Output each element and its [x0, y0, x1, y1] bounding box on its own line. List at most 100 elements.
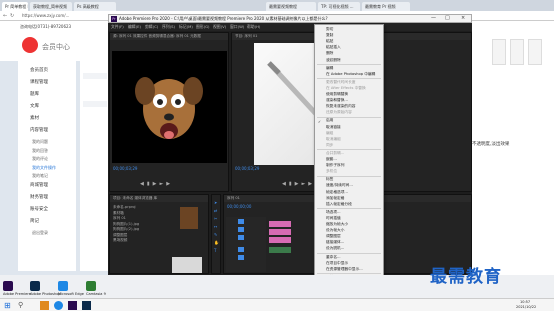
- search-icon[interactable]: ⚲: [18, 301, 23, 309]
- browser-tab[interactable]: TP: 可视化视频 ...: [318, 2, 360, 11]
- edge-desktop-icon[interactable]: [58, 281, 68, 291]
- context-menu-item[interactable]: 链接媒体...: [326, 240, 344, 245]
- maximize-icon[interactable]: □: [445, 15, 450, 21]
- edge-taskbar-icon[interactable]: [54, 301, 63, 310]
- timeline-timecode[interactable]: 00;00;00;00: [227, 204, 251, 209]
- sidebar-item[interactable]: 简记: [30, 218, 39, 224]
- context-menu-item[interactable]: 使用剪辑替换: [326, 92, 348, 97]
- project-thumbnail[interactable]: [172, 257, 202, 273]
- context-menu-item[interactable]: 粘贴插入: [326, 45, 341, 50]
- project-item[interactable]: 未命名.prproj: [113, 205, 139, 211]
- context-menu-item[interactable]: 复制: [326, 33, 333, 38]
- photoshop-desktop-icon[interactable]: [30, 281, 40, 291]
- sidebar-item[interactable]: 会员首页: [30, 67, 48, 73]
- track-toggle[interactable]: [238, 255, 244, 260]
- thumbnail[interactable]: [510, 39, 524, 65]
- context-menu-item[interactable]: 剪切: [326, 27, 333, 32]
- menu-file[interactable]: 文件(F): [111, 24, 124, 30]
- sidebar-item[interactable]: 商城管理: [30, 182, 48, 188]
- context-menu-item[interactable]: 波纹删除: [326, 58, 341, 63]
- timeline-clip[interactable]: [269, 221, 291, 227]
- timeline-clip[interactable]: [269, 229, 291, 235]
- sidebar-item[interactable]: 课程管理: [30, 79, 48, 85]
- windows-start-icon[interactable]: ⊞: [4, 301, 11, 310]
- context-menu-item[interactable]: 设为脱机...: [326, 246, 344, 251]
- context-menu-item[interactable]: 在资源管理器中显示...: [326, 267, 363, 272]
- menu-help[interactable]: 帮助(H): [247, 24, 260, 30]
- context-menu-item[interactable]: 还原为原始内容: [326, 110, 352, 115]
- sidebar-item[interactable]: 我的回答: [32, 148, 48, 154]
- context-menu-item[interactable]: 合并剪辑...: [326, 151, 344, 156]
- taskbar-time[interactable]: 10:57: [520, 300, 530, 304]
- sidebar-item[interactable]: 退出登录: [32, 230, 48, 236]
- browser-tab[interactable]: Ps 高级教程: [74, 2, 116, 11]
- sidebar-item[interactable]: 我的文件操作: [32, 165, 56, 171]
- track-toggle[interactable]: [238, 235, 244, 240]
- camtasia-desktop-icon[interactable]: [86, 281, 96, 291]
- context-menu-item[interactable]: 粘贴: [326, 39, 333, 44]
- sidebar-item[interactable]: 我的评论: [32, 156, 48, 162]
- context-menu-item[interactable]: 标签: [326, 177, 333, 182]
- project-panel-tabs[interactable]: 项目: 未命名 媒体浏览器 库: [110, 195, 208, 202]
- context-menu-item[interactable]: 制作子序列: [326, 163, 344, 168]
- context-menu-item[interactable]: 取消编组: [326, 137, 341, 142]
- context-menu-item[interactable]: 恢复未渲染的内容: [326, 104, 356, 109]
- sidebar-item[interactable]: 财务管理: [30, 194, 48, 200]
- context-menu-item[interactable]: 时间插值: [326, 216, 341, 221]
- project-thumbnail[interactable]: [180, 207, 198, 229]
- context-menu-item[interactable]: 速度/持续时间...: [326, 183, 353, 188]
- context-menu-item[interactable]: 删除: [326, 51, 333, 56]
- menu-window[interactable]: 窗口(W): [230, 24, 244, 30]
- premiere-desktop-icon[interactable]: [3, 281, 13, 291]
- context-menu-item[interactable]: 场选项...: [326, 210, 341, 215]
- sidebar-item[interactable]: 我的问题: [32, 139, 48, 145]
- context-menu-item[interactable]: 同步: [326, 143, 333, 148]
- timeline-clip[interactable]: [269, 247, 291, 253]
- sidebar-item[interactable]: 账号安全: [30, 206, 48, 212]
- back-icon[interactable]: ←: [3, 13, 7, 19]
- url-field[interactable]: https://www.zxjy.com/...: [22, 13, 102, 19]
- track-toggle[interactable]: [238, 247, 244, 252]
- menu-edit[interactable]: 编辑(E): [128, 24, 141, 30]
- context-menu-item[interactable]: 在 Adobe Photoshop 中编辑: [326, 72, 375, 77]
- browser-tab[interactable]: 最需要视频教程: [266, 2, 316, 11]
- menu-marker[interactable]: 标记(M): [179, 24, 193, 30]
- thumbnail[interactable]: [528, 39, 542, 65]
- browser-tab[interactable]: Pr 简单教程 Home Mouse下载: [2, 2, 28, 11]
- refresh-icon[interactable]: ↻: [10, 13, 14, 19]
- context-menu-item[interactable]: 编组: [326, 131, 333, 136]
- browser-tab[interactable]: 最需教育 Pr 视频: [362, 2, 410, 11]
- sidebar-item[interactable]: 内容管理: [30, 127, 48, 133]
- timeline-clip[interactable]: [269, 237, 291, 243]
- thumbnail[interactable]: [492, 39, 506, 65]
- minimize-icon[interactable]: —: [431, 15, 436, 21]
- context-menu-item[interactable]: 帧定格选项...: [326, 190, 348, 195]
- context-menu-item[interactable]: 设为帧大小: [326, 228, 344, 233]
- project-item[interactable]: 黑场视频: [113, 238, 139, 244]
- context-menu-item[interactable]: 取消链接: [326, 125, 341, 130]
- project-item[interactable]: 狗狗图片(2).jpg: [113, 227, 139, 233]
- close-icon[interactable]: ×: [461, 15, 465, 21]
- photoshop-taskbar-icon[interactable]: [82, 301, 91, 310]
- source-transport-controls[interactable]: ◀▮▶►▶: [140, 181, 200, 187]
- context-menu-item[interactable]: 编辑: [326, 66, 333, 71]
- sidebar-item[interactable]: 我的笔记: [32, 173, 48, 179]
- program-timecode[interactable]: 00;00;03;29: [235, 166, 259, 171]
- menu-view[interactable]: 视图(V): [213, 24, 226, 30]
- track-toggle[interactable]: [238, 219, 244, 224]
- context-menu-item[interactable]: 多机位: [326, 169, 337, 174]
- track-toggle[interactable]: [238, 227, 244, 232]
- sidebar-item[interactable]: 题库: [30, 91, 39, 97]
- context-menu-item[interactable]: 更改替代时间长度: [326, 80, 356, 85]
- context-menu-item[interactable]: 嵌套...: [326, 157, 337, 162]
- context-menu-item[interactable]: 调整图层: [326, 234, 341, 239]
- context-menu-item[interactable]: 渲染和替换...: [326, 98, 348, 103]
- browser-tab[interactable]: 获取教程_简单视频: [30, 2, 72, 11]
- source-panel-tabs[interactable]: 源: 序列 01 效果控件 音频剪辑混合器: 序列 01 元数据: [110, 33, 228, 40]
- context-menu-item[interactable]: 添加帧定格: [326, 196, 344, 201]
- file-explorer-icon[interactable]: [40, 301, 49, 310]
- taskbar-date[interactable]: 2021/10/22: [516, 305, 536, 309]
- sidebar-item[interactable]: 素材: [30, 115, 39, 121]
- context-menu-item[interactable]: 重命名...: [326, 255, 341, 260]
- premiere-taskbar-icon[interactable]: [68, 301, 77, 310]
